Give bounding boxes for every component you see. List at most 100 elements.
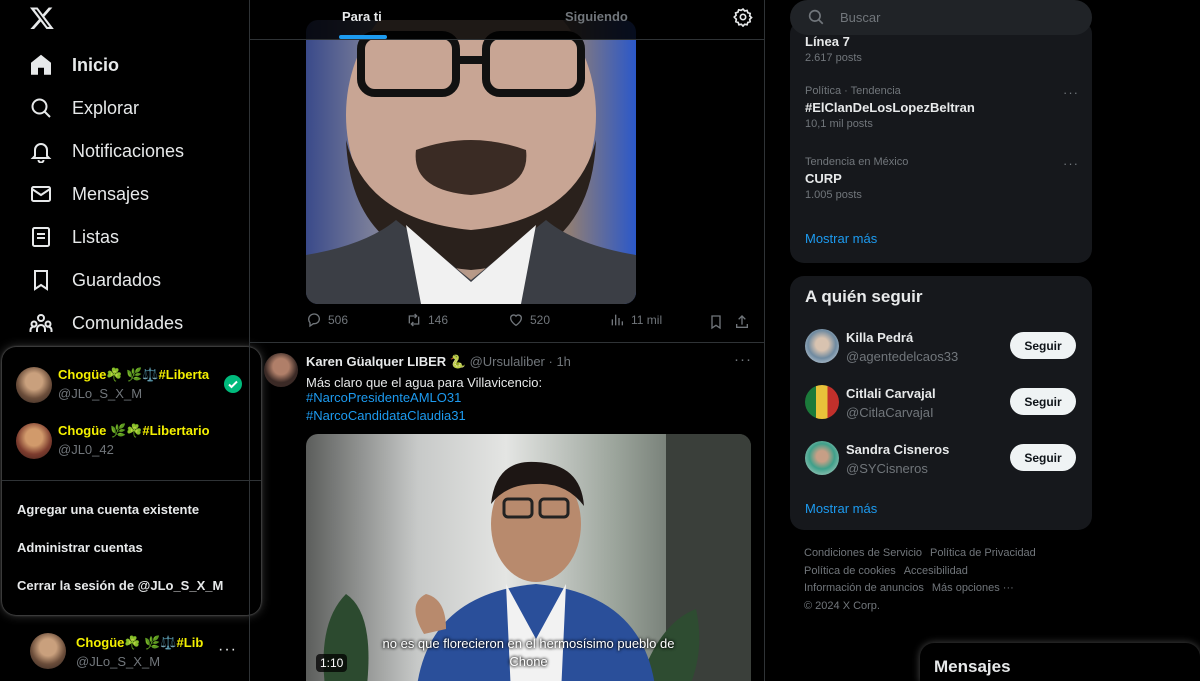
views-button[interactable]: 11 mil: [609, 312, 662, 328]
bookmark-icon[interactable]: [708, 314, 724, 330]
who-to-follow-title: A quién seguir: [805, 287, 923, 306]
hashtag-link[interactable]: #NarcoCandidataClaudia31: [306, 408, 466, 423]
hashtag-link[interactable]: #NarcoPresidenteAMLO31: [306, 390, 461, 405]
tab-siguiendo[interactable]: Siguiendo: [565, 9, 628, 24]
account-switcher-popup: Chogüe☘️ 🌿⚖️#Liberta @JLo_S_X_M Chogüe 🌿…: [2, 347, 261, 615]
follow-suggestion[interactable]: Sandra Cisneros @SYCisneros Seguir: [790, 437, 1092, 481]
follow-handle: @SYCisneros: [846, 461, 928, 476]
follow-button[interactable]: Seguir: [1010, 388, 1076, 415]
account-name: Chogüe☘️ 🌿⚖️#Lib: [76, 635, 204, 650]
tab-para-ti[interactable]: Para ti: [342, 9, 382, 24]
post-image[interactable]: [306, 20, 636, 304]
trend-item[interactable]: Política · Tendencia #ElClanDeLosLopezBe…: [805, 85, 1085, 130]
follow-name: Sandra Cisneros: [846, 442, 950, 457]
follow-suggestion[interactable]: Killa Pedrá @agentedelcaos33 Seguir: [790, 325, 1092, 369]
nav-item-guardados[interactable]: Guardados: [28, 262, 161, 298]
heart-icon: [509, 314, 523, 327]
footer-link[interactable]: Política de Privacidad: [930, 547, 1036, 559]
active-tab-indicator: [339, 35, 387, 39]
follow-name: Citlali Carvajal: [846, 386, 936, 401]
video-subtitle: no es que florecieron en el hermosísimo …: [382, 636, 675, 651]
author-name[interactable]: Karen Güalquer LIBER 🐍: [306, 354, 466, 369]
nav-item-comunidades[interactable]: Comunidades: [28, 305, 183, 341]
more-icon: ···: [218, 641, 237, 658]
trend-context: Tendencia en México: [805, 156, 909, 168]
footer-link[interactable]: Información de anuncios: [804, 582, 924, 594]
app-root: Inicio Explorar Notificaciones Mensajes …: [0, 0, 1200, 681]
nav-item-mensajes[interactable]: Mensajes: [28, 176, 149, 212]
account-switcher-button[interactable]: Chogüe☘️ 🌿⚖️#Lib @JLo_S_X_M ···: [12, 623, 244, 679]
follow-name: Killa Pedrá: [846, 330, 914, 345]
follow-handle: @agentedelcaos33: [846, 349, 959, 364]
repost-icon: [408, 313, 420, 327]
follow-suggestion[interactable]: Citlali Carvajal @CitlaCarvajaI Seguir: [790, 381, 1092, 425]
show-more-follow-link[interactable]: Mostrar más: [805, 501, 877, 516]
follow-handle: @CitlaCarvajaI: [846, 405, 934, 420]
more-icon[interactable]: ···: [1063, 85, 1079, 100]
add-account-button[interactable]: Agregar una cuenta existente: [17, 502, 199, 517]
search-box[interactable]: Buscar: [790, 0, 1092, 35]
post-video[interactable]: no es que florecieron en el hermosísimo …: [306, 434, 751, 681]
trend-name: Línea 7: [805, 34, 850, 49]
footer-link[interactable]: Política de cookies: [804, 565, 896, 577]
account-row-secondary[interactable]: Chogüe 🌿☘️#Libertario @JL0_42: [2, 413, 261, 469]
nav-label: Explorar: [72, 97, 140, 118]
communities-icon: [28, 310, 54, 336]
reply-icon: [307, 313, 321, 328]
view-count: 11 mil: [631, 313, 663, 327]
repost-button[interactable]: 146: [406, 312, 448, 328]
share-icon[interactable]: [734, 314, 750, 330]
list-icon: [28, 224, 54, 250]
feed-tabs: Para ti Siguiendo: [250, 0, 764, 40]
search-input[interactable]: Buscar: [840, 10, 880, 25]
author-handle[interactable]: @Ursulaliber: [470, 354, 545, 369]
avatar[interactable]: [264, 353, 298, 387]
trend-item[interactable]: Tendencia en México CURP 1.005 posts ···: [805, 156, 1085, 201]
account-row-active[interactable]: Chogüe☘️ 🌿⚖️#Liberta @JLo_S_X_M: [2, 357, 261, 413]
trend-count: 2.617 posts: [805, 52, 862, 64]
post-author: Karen Güalquer LIBER 🐍 @Ursulaliber · 1h: [306, 354, 571, 370]
avatar: [805, 385, 839, 419]
nav-label: Comunidades: [72, 312, 184, 333]
follow-button[interactable]: Seguir: [1010, 332, 1076, 359]
footer-link[interactable]: Condiciones de Servicio: [804, 547, 922, 559]
trends-card: Línea 7 2.617 posts Política · Tendencia…: [790, 20, 1092, 263]
show-more-trends-link[interactable]: Mostrar más: [805, 231, 877, 246]
gear-icon[interactable]: [733, 7, 753, 27]
nav-item-listas[interactable]: Listas: [28, 219, 119, 255]
more-icon[interactable]: ···: [734, 351, 752, 368]
home-icon: [28, 52, 54, 78]
post-text: Más claro que el agua para Villavicencio…: [306, 375, 543, 390]
messages-drawer[interactable]: Mensajes: [920, 643, 1200, 681]
trend-item[interactable]: Línea 7 2.617 posts: [805, 31, 1085, 64]
manage-accounts-button[interactable]: Administrar cuentas: [17, 540, 143, 555]
search-icon: [28, 95, 54, 121]
nav-item-explorar[interactable]: Explorar: [28, 90, 139, 126]
avatar: [16, 367, 52, 403]
left-nav: Inicio Explorar Notificaciones Mensajes …: [0, 0, 261, 681]
nav-item-notificaciones[interactable]: Notificaciones: [28, 133, 184, 169]
post[interactable]: Karen Güalquer LIBER 🐍 @Ursulaliber · 1h…: [250, 343, 764, 681]
follow-button[interactable]: Seguir: [1010, 444, 1076, 471]
mail-icon: [28, 181, 54, 207]
account-name: Chogüe 🌿☘️#Libertario: [58, 423, 210, 438]
right-sidebar: Línea 7 2.617 posts Política · Tendencia…: [790, 0, 1092, 681]
messages-drawer-title: Mensajes: [934, 657, 1011, 676]
nav-label: Guardados: [72, 269, 162, 290]
avatar: [30, 633, 66, 669]
logout-button[interactable]: Cerrar la sesión de @JLo_S_X_M: [17, 578, 223, 593]
footer-link[interactable]: Más opciones ···: [932, 582, 1014, 594]
x-logo-icon[interactable]: [29, 5, 55, 31]
like-button[interactable]: 520: [508, 312, 550, 328]
account-name: Chogüe☘️ 🌿⚖️#Liberta: [58, 367, 210, 382]
footer-link[interactable]: Accesibilidad: [904, 565, 968, 577]
avatar: [16, 423, 52, 459]
video-duration: 1:10: [316, 654, 348, 672]
checkmark-icon: [224, 375, 242, 393]
portrait-illustration: [306, 20, 636, 304]
more-icon[interactable]: ···: [1063, 156, 1079, 171]
post-time[interactable]: · 1h: [549, 354, 571, 369]
nav-item-inicio[interactable]: Inicio: [28, 47, 119, 83]
post-actions: 506 146 520 11 mil: [250, 312, 764, 334]
reply-button[interactable]: 506: [306, 312, 348, 328]
